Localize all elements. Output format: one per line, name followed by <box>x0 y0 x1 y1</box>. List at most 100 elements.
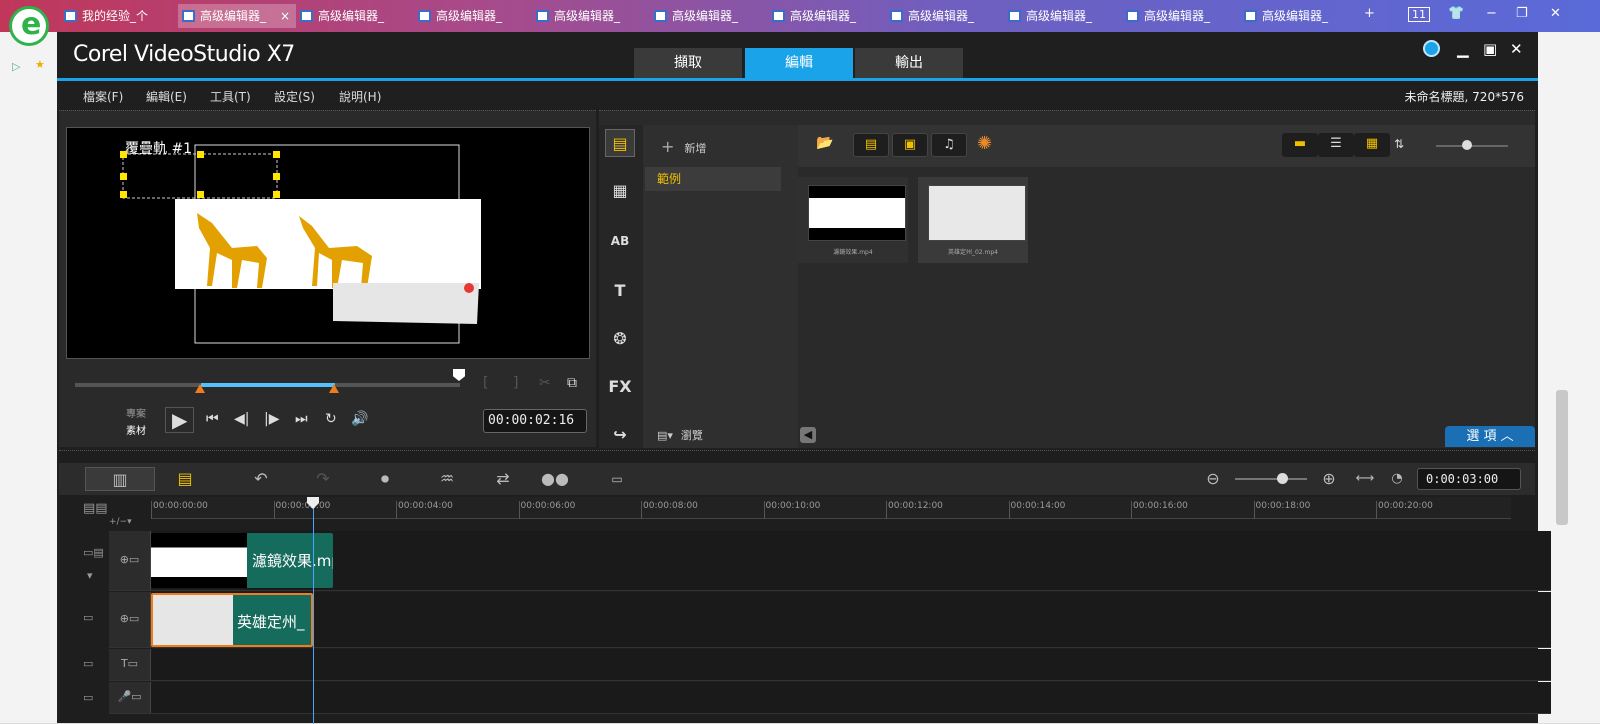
zoom-in-icon[interactable]: ⊕ <box>1319 467 1339 491</box>
browser-tab[interactable]: 高级编辑器_ <box>650 4 768 28</box>
show-audio-button[interactable]: ♫ <box>931 133 967 157</box>
fit-project-icon[interactable]: ⟷ <box>1355 467 1375 491</box>
zoom-out-icon[interactable]: ⊖ <box>1203 467 1223 491</box>
browser-tab[interactable]: 高级编辑器_ <box>1122 4 1240 28</box>
overlay-track-toggle-icon[interactable]: ▭ <box>83 611 93 624</box>
browser-tab[interactable]: 我的经验_个 <box>60 4 178 28</box>
project-mode-label[interactable]: 專案 <box>126 405 146 420</box>
video-clip[interactable]: 濾鏡效果.mp <box>151 533 333 588</box>
filter-icon[interactable]: FX <box>605 373 635 401</box>
redo-button[interactable]: ↷ <box>311 467 335 491</box>
mark-out-button[interactable]: ] <box>513 375 518 391</box>
add-folder-button[interactable]: + 新增 <box>661 137 706 156</box>
play-button[interactable]: ▶ <box>165 407 195 433</box>
browser-tab[interactable]: 高级编辑器_ × <box>178 4 296 28</box>
page-scrollbar[interactable] <box>1556 390 1568 525</box>
browser-close-button[interactable]: ✕ <box>1550 6 1561 21</box>
motion-tracking-icon[interactable]: ●● <box>539 467 571 491</box>
browser-tab[interactable]: 高级编辑器_ <box>1240 4 1358 28</box>
next-frame-button[interactable]: |▶ <box>264 411 279 427</box>
enlarge-icon[interactable]: ⧉ <box>567 375 577 391</box>
volume-button[interactable]: 🔊 <box>351 411 368 427</box>
list-view-button[interactable]: ☰ <box>1318 133 1354 157</box>
video-track-icon[interactable]: ⊕▭ <box>120 553 140 566</box>
timeline-view-button[interactable]: ▤ <box>157 467 213 491</box>
thumbnail-view-button[interactable]: ▬ <box>1282 133 1318 157</box>
instant-project-icon[interactable]: ▦ <box>605 177 635 205</box>
overlay-track-icon[interactable]: ⊕▭ <box>120 612 140 625</box>
voice-track-toggle-icon[interactable]: ▭ <box>83 691 93 704</box>
menu-edit[interactable]: 編輯(E) <box>146 88 187 105</box>
tab-capture[interactable]: 擷取 <box>634 48 742 79</box>
options-button[interactable]: 選 項 ︿ <box>1445 426 1535 447</box>
transition-icon[interactable]: AB <box>605 227 635 255</box>
graphics-icon[interactable]: ❂ <box>605 325 635 353</box>
browser-tab[interactable]: 高级编辑器_ <box>296 4 414 28</box>
browser-tab[interactable]: 高级编辑器_ <box>532 4 650 28</box>
browser-restore-button[interactable]: ❐ <box>1516 6 1528 21</box>
overlay-clip[interactable]: 英雄定州_ <box>151 593 313 647</box>
voice-track-icon[interactable]: 🎤▭ <box>117 690 141 703</box>
zoom-slider-knob[interactable] <box>1277 473 1288 484</box>
previous-frame-button[interactable]: ◀| <box>234 411 249 427</box>
folder-item-samples[interactable]: 範例 <box>645 167 781 191</box>
track-manager-icon[interactable]: ▤▤ <box>83 501 108 516</box>
tab-share[interactable]: 輸出 <box>855 48 963 79</box>
end-button[interactable]: ⏭ <box>295 411 308 427</box>
menu-file[interactable]: 檔案(F) <box>83 88 123 105</box>
cut-icon[interactable]: ✂ <box>539 375 551 391</box>
shirt-icon[interactable]: 👕 <box>1448 6 1464 21</box>
zoom-slider[interactable] <box>1235 478 1307 480</box>
record-capture-icon[interactable]: ⏺ <box>371 467 399 491</box>
motion-path-icon[interactable]: ↪ <box>605 421 635 449</box>
media-icon[interactable]: ▤ <box>605 129 635 157</box>
timecode-display[interactable]: 00:00:02:16 <box>483 409 587 433</box>
title-icon[interactable]: T <box>605 277 635 305</box>
mark-in-button[interactable]: [ <box>483 375 488 391</box>
preview-window[interactable]: 覆疊軌 #1 <box>66 127 590 359</box>
voice-track[interactable] <box>151 682 1551 714</box>
close-button[interactable]: ✕ <box>1510 40 1523 58</box>
thumb-size-knob[interactable] <box>1462 140 1472 150</box>
new-tab-button[interactable]: + <box>1364 6 1375 21</box>
browser-minimize-button[interactable]: − <box>1486 6 1497 21</box>
sort-icon[interactable]: ⇅ <box>1394 137 1404 151</box>
overlay-track[interactable] <box>151 592 1551 648</box>
media-item-hero[interactable]: 英雄定州_02.mp4 <box>918 177 1028 263</box>
tab-close-icon[interactable]: × <box>280 4 290 28</box>
project-duration[interactable]: 0:00:03:00 <box>1417 468 1521 490</box>
grid-view-button[interactable]: ▦ <box>1354 133 1390 157</box>
browse-button[interactable]: ▤▾ 瀏覽 <box>657 427 703 443</box>
home-button[interactable]: ⏮ <box>206 411 219 427</box>
reel-icon[interactable]: ✺ <box>977 133 992 154</box>
favorite-star-icon[interactable]: ★ <box>35 58 45 71</box>
add-track-button[interactable]: +/−▾ <box>109 517 132 527</box>
tab-count-badge[interactable]: 11 <box>1408 7 1430 22</box>
thumb-size-slider[interactable] <box>1436 145 1508 147</box>
mark-in-handle[interactable] <box>195 384 205 393</box>
title-track-toggle-icon[interactable]: ▭ <box>83 657 93 670</box>
mark-out-handle[interactable] <box>329 384 339 393</box>
video-track[interactable] <box>151 531 1551 591</box>
maximize-button[interactable]: ▣ <box>1483 40 1497 58</box>
browser-logo-icon[interactable] <box>9 6 49 46</box>
globe-icon[interactable] <box>1423 40 1440 57</box>
undo-button[interactable]: ↶ <box>249 467 273 491</box>
collapse-arrow-icon[interactable]: ▾ <box>87 569 93 582</box>
video-track-toggle-icon[interactable]: ▭▤ <box>83 546 104 559</box>
minimize-button[interactable]: ▁ <box>1457 40 1469 58</box>
timeline-ruler[interactable]: 00:00:00:00 00:00:02:00 00:00:04:00 00:00:0… <box>151 497 1511 519</box>
auto-music-icon[interactable]: ⇄ <box>489 467 517 491</box>
menu-tools[interactable]: 工具(T) <box>210 88 251 105</box>
storyboard-view-button[interactable]: ▥ <box>85 467 155 491</box>
repeat-button[interactable]: ↻ <box>325 411 337 427</box>
browser-tab[interactable]: 高级编辑器_ <box>768 4 886 28</box>
menu-help[interactable]: 說明(H) <box>339 88 381 105</box>
title-track-icon[interactable]: T▭ <box>121 657 138 670</box>
browser-tab[interactable]: 高级编辑器_ <box>1004 4 1122 28</box>
sound-mixer-icon[interactable]: ♒ <box>433 467 461 491</box>
scrubber-handle[interactable] <box>453 369 465 381</box>
title-track[interactable] <box>151 649 1551 681</box>
media-item-filter-effect[interactable]: 濾鏡效果.mp4 <box>798 177 908 263</box>
show-photo-button[interactable]: ▣ <box>892 133 928 157</box>
